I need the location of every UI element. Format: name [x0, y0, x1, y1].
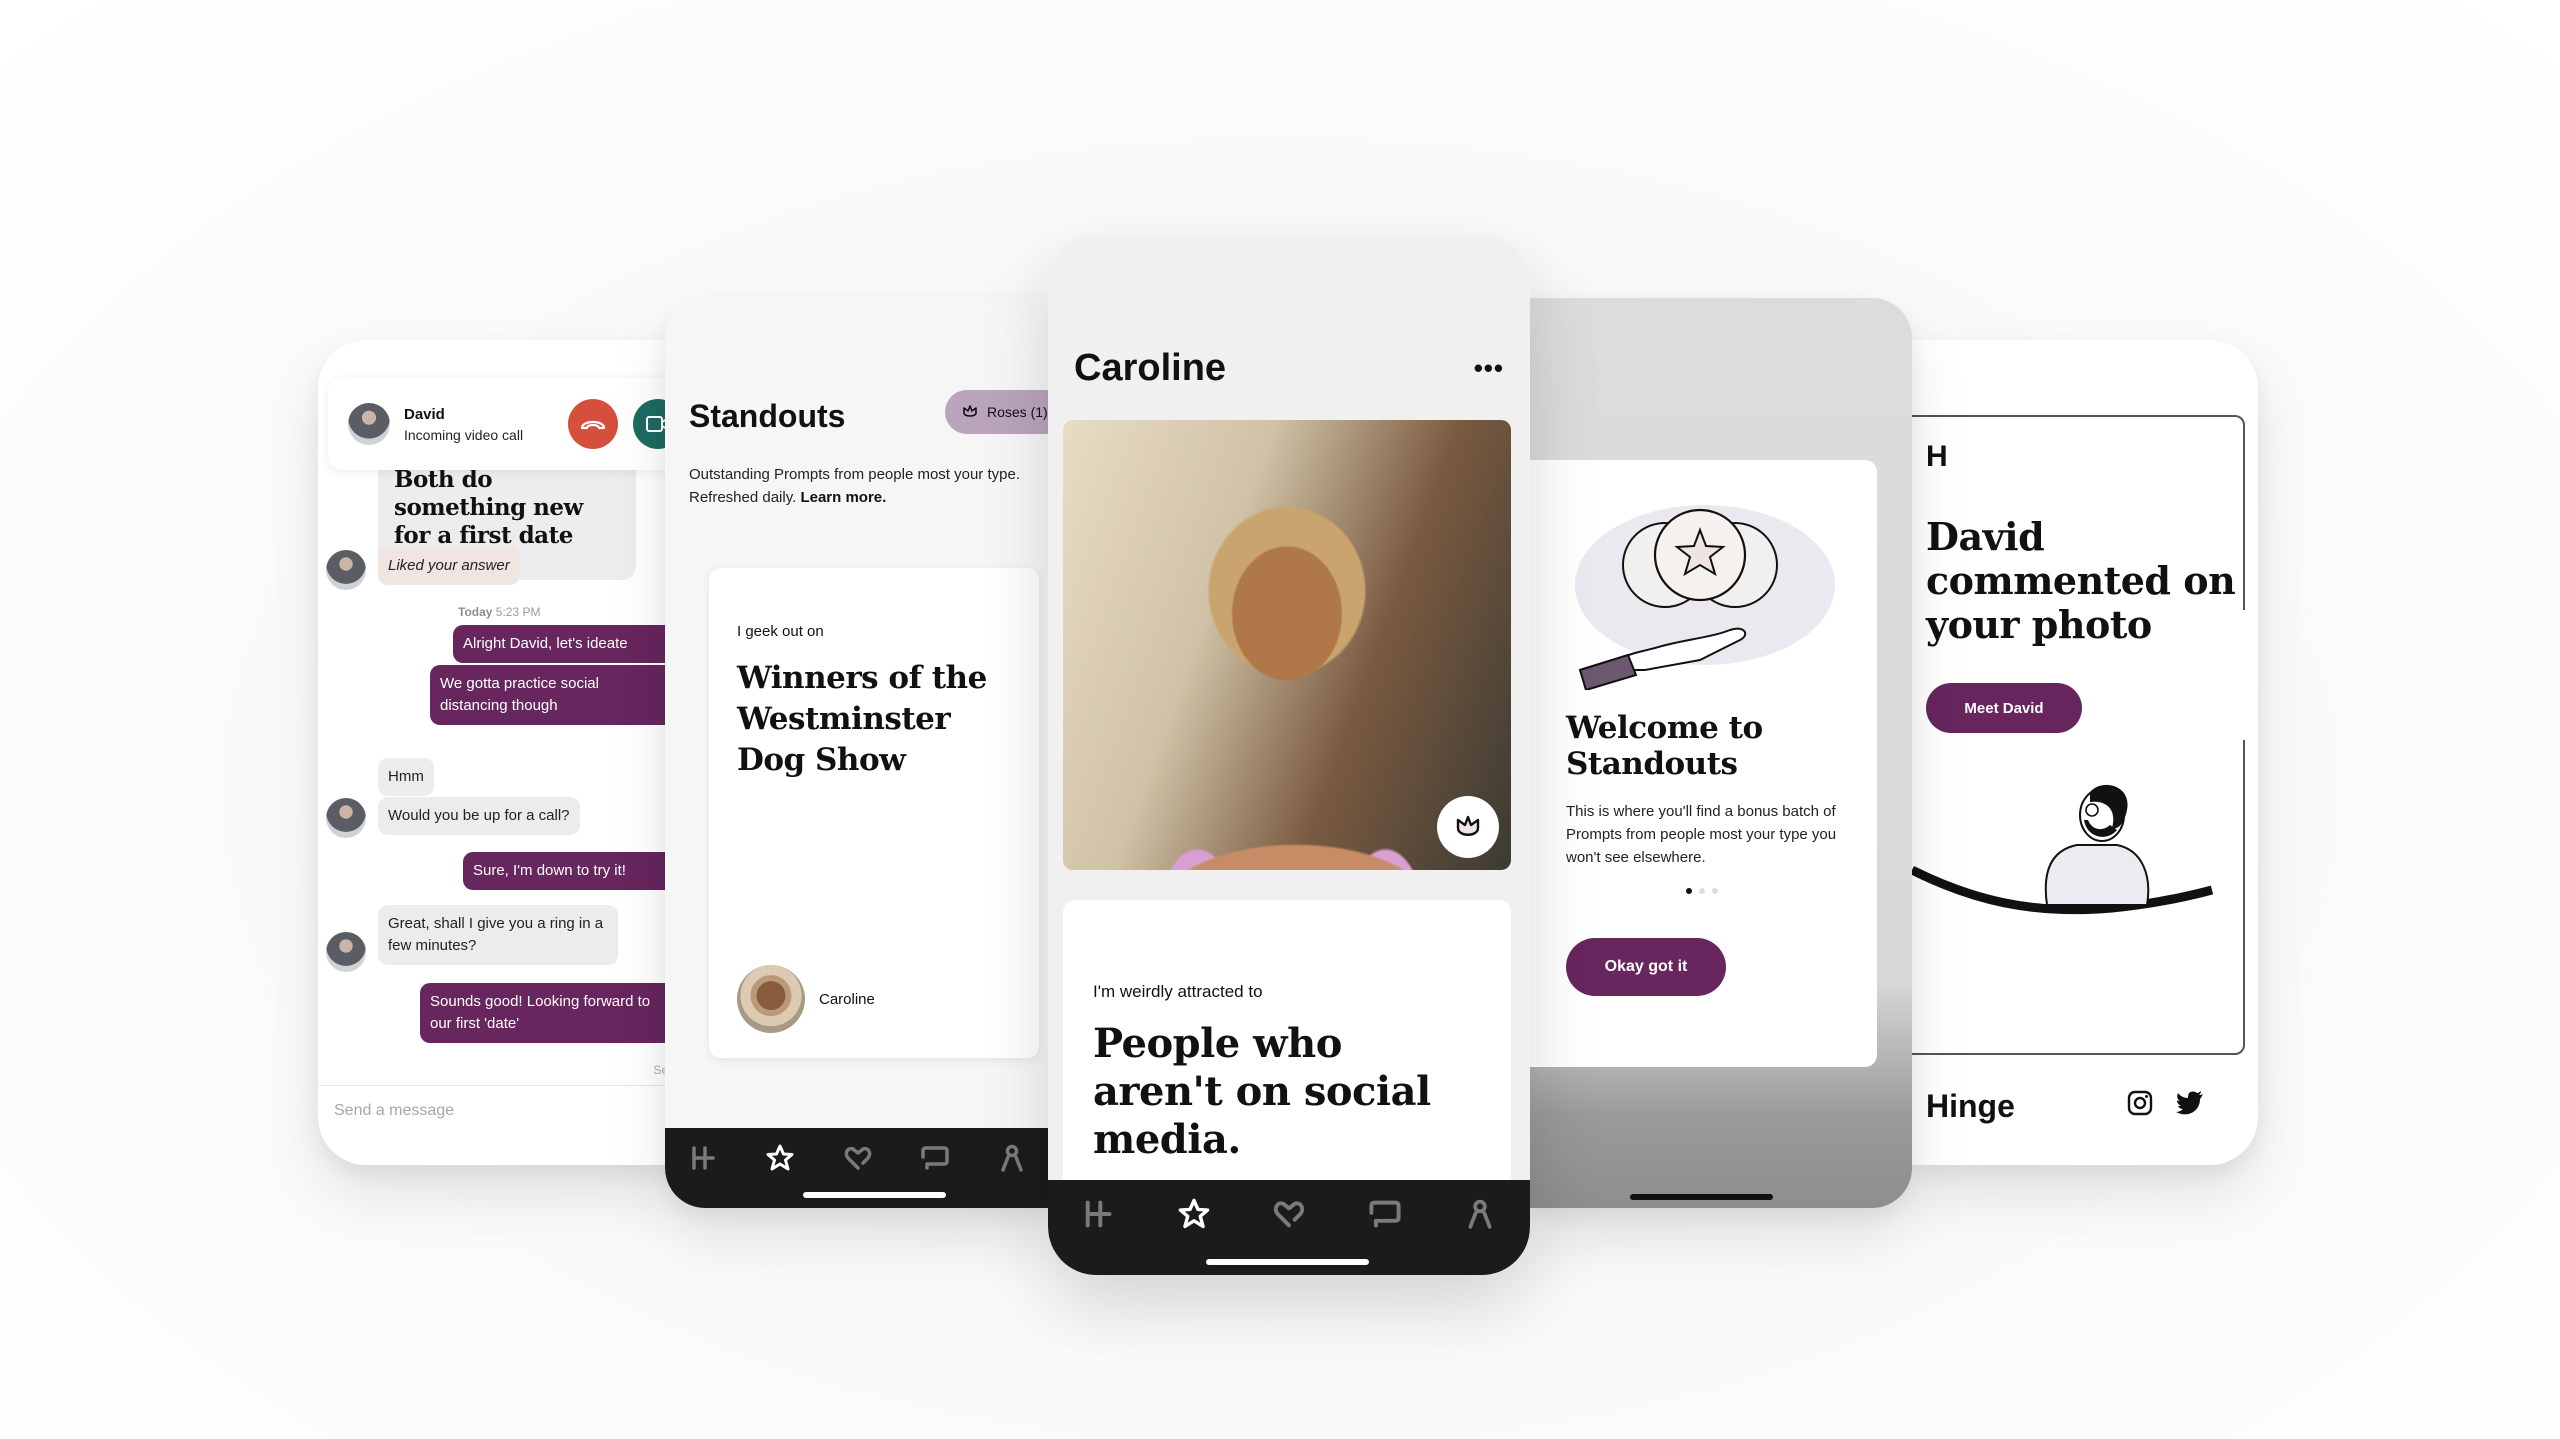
standouts-subtitle: Outstanding Prompts from people most you…: [689, 466, 1020, 506]
avatar: [326, 932, 366, 972]
home-icon: [692, 1146, 715, 1170]
message-received: Would you be up for a call?: [378, 797, 580, 835]
page-indicator: [1686, 888, 1718, 894]
prompt-question: I geek out on: [737, 623, 824, 640]
chat-bubble-icon: [921, 1146, 949, 1170]
hinge-wordmark: Hinge: [1926, 1088, 2015, 1124]
message-sent: Alright David, let's ideate: [453, 625, 678, 663]
tab-matches[interactable]: [1365, 1194, 1405, 1234]
more-options-button[interactable]: •••: [1474, 353, 1504, 384]
tab-likes[interactable]: [1269, 1194, 1309, 1234]
card-profile[interactable]: Caroline: [737, 965, 875, 1033]
profile-name: Caroline: [819, 990, 875, 1008]
welcome-heading: Welcome to Standouts: [1566, 710, 1763, 782]
welcome-sheet: Welcome to Standouts This is where you'l…: [1530, 460, 1877, 1067]
tab-standouts[interactable]: [760, 1138, 800, 1178]
profile-photo[interactable]: [1063, 420, 1511, 870]
message-received: Great, shall I give you a ring in a few …: [378, 905, 618, 965]
tab-profile[interactable]: [1460, 1194, 1500, 1234]
twitter-link[interactable]: [2175, 1090, 2205, 1120]
standouts-coin-hand-illustration: [1575, 505, 1835, 690]
profile-screen: Caroline ••• I'm weirdly attracted to Pe…: [1048, 235, 1530, 1275]
instagram-icon: [2127, 1090, 2153, 1116]
tab-home[interactable]: [1078, 1194, 1118, 1234]
caller-name: David: [404, 405, 445, 423]
welcome-body: This is where you'll find a bonus batch …: [1566, 803, 1837, 866]
roses-button[interactable]: Roses (1): [945, 390, 1050, 434]
page-dot: [1699, 888, 1705, 894]
tab-profile[interactable]: [992, 1138, 1032, 1178]
avatar: [348, 403, 390, 445]
standouts-star-icon: [1178, 1198, 1209, 1228]
bottom-tab-bar: [665, 1128, 1050, 1208]
home-indicator: [1206, 1259, 1369, 1265]
profile-name: Caroline: [1074, 347, 1227, 389]
roses-label: Roses (1): [987, 404, 1048, 420]
prompt-answer: Winners of the Westminster Dog Show: [737, 660, 987, 778]
avatar: [737, 965, 805, 1033]
send-rose-button[interactable]: [1437, 796, 1499, 858]
instagram-link[interactable]: [2127, 1090, 2157, 1120]
avatar: [326, 550, 366, 590]
home-indicator: [1630, 1194, 1773, 1200]
decline-call-button[interactable]: [568, 399, 618, 449]
timestamp: Today 5:23 PM: [458, 605, 541, 619]
profile-prompt-card[interactable]: I'm weirdly attracted to People who aren…: [1063, 900, 1511, 1200]
rose-icon: [963, 405, 977, 417]
twitter-icon: [2176, 1091, 2203, 1115]
message-sent: Sure, I'm down to try it!: [463, 852, 678, 890]
learn-more-link[interactable]: Learn more.: [800, 489, 886, 506]
tab-likes[interactable]: [838, 1138, 878, 1178]
tab-home[interactable]: [683, 1138, 723, 1178]
tab-standouts[interactable]: [1174, 1194, 1214, 1234]
page-dot: [1712, 888, 1718, 894]
hinge-logo-mark: H: [1926, 440, 1948, 473]
man-leaning-illustration: [1912, 784, 2214, 915]
notification-heading: David commented on your photo: [1926, 514, 2236, 647]
okay-got-it-button[interactable]: Okay got it: [1566, 938, 1726, 996]
message-received: Hmm: [378, 758, 434, 796]
standout-prompt-card[interactable]: I geek out on Winners of the Westminster…: [709, 568, 1039, 1058]
standouts-star-icon: [766, 1144, 794, 1171]
message-sent: We gotta practice social distancing thou…: [430, 665, 678, 725]
bottom-tab-bar: [1048, 1180, 1530, 1275]
prompt-answer: People who aren't on social media.: [1093, 1020, 1431, 1163]
welcome-standouts-screen: Welcome to Standouts This is where you'l…: [1530, 298, 1912, 1208]
tab-matches[interactable]: [915, 1138, 955, 1178]
liked-answer-label: Liked your answer: [378, 547, 520, 585]
meet-david-button[interactable]: Meet David: [1926, 683, 2082, 733]
home-icon: [1085, 1200, 1112, 1227]
chat-screen: David Incoming video call Both do someth…: [318, 340, 678, 1165]
prompt-question: I'm weirdly attracted to: [1093, 982, 1263, 1001]
message-composer: [318, 1085, 678, 1165]
likes-heart-icon: [844, 1146, 871, 1170]
profile-icon: [1001, 1144, 1023, 1172]
home-indicator: [803, 1192, 946, 1198]
email-notification: H David commented on your photo Meet Dav…: [1912, 340, 2258, 1165]
chat-bubble-icon: [1368, 1200, 1401, 1227]
incoming-call-banner[interactable]: David Incoming video call: [328, 378, 678, 470]
avatar: [326, 798, 366, 838]
page-title: Standouts: [689, 398, 846, 434]
standouts-screen: Standouts Roses (1) Outstanding Prompts …: [665, 298, 1050, 1208]
likes-heart-icon: [1273, 1200, 1305, 1227]
profile-icon: [1468, 1199, 1492, 1229]
rose-icon: [1456, 815, 1480, 836]
call-status: Incoming video call: [404, 426, 524, 443]
phone-hangup-icon: [580, 420, 606, 430]
quoted-answer: Both do something new for a first date: [394, 466, 583, 549]
message-sent: Sounds good! Looking forward to our firs…: [420, 983, 678, 1043]
message-input[interactable]: [334, 1102, 634, 1120]
page-dot-active: [1686, 888, 1692, 894]
